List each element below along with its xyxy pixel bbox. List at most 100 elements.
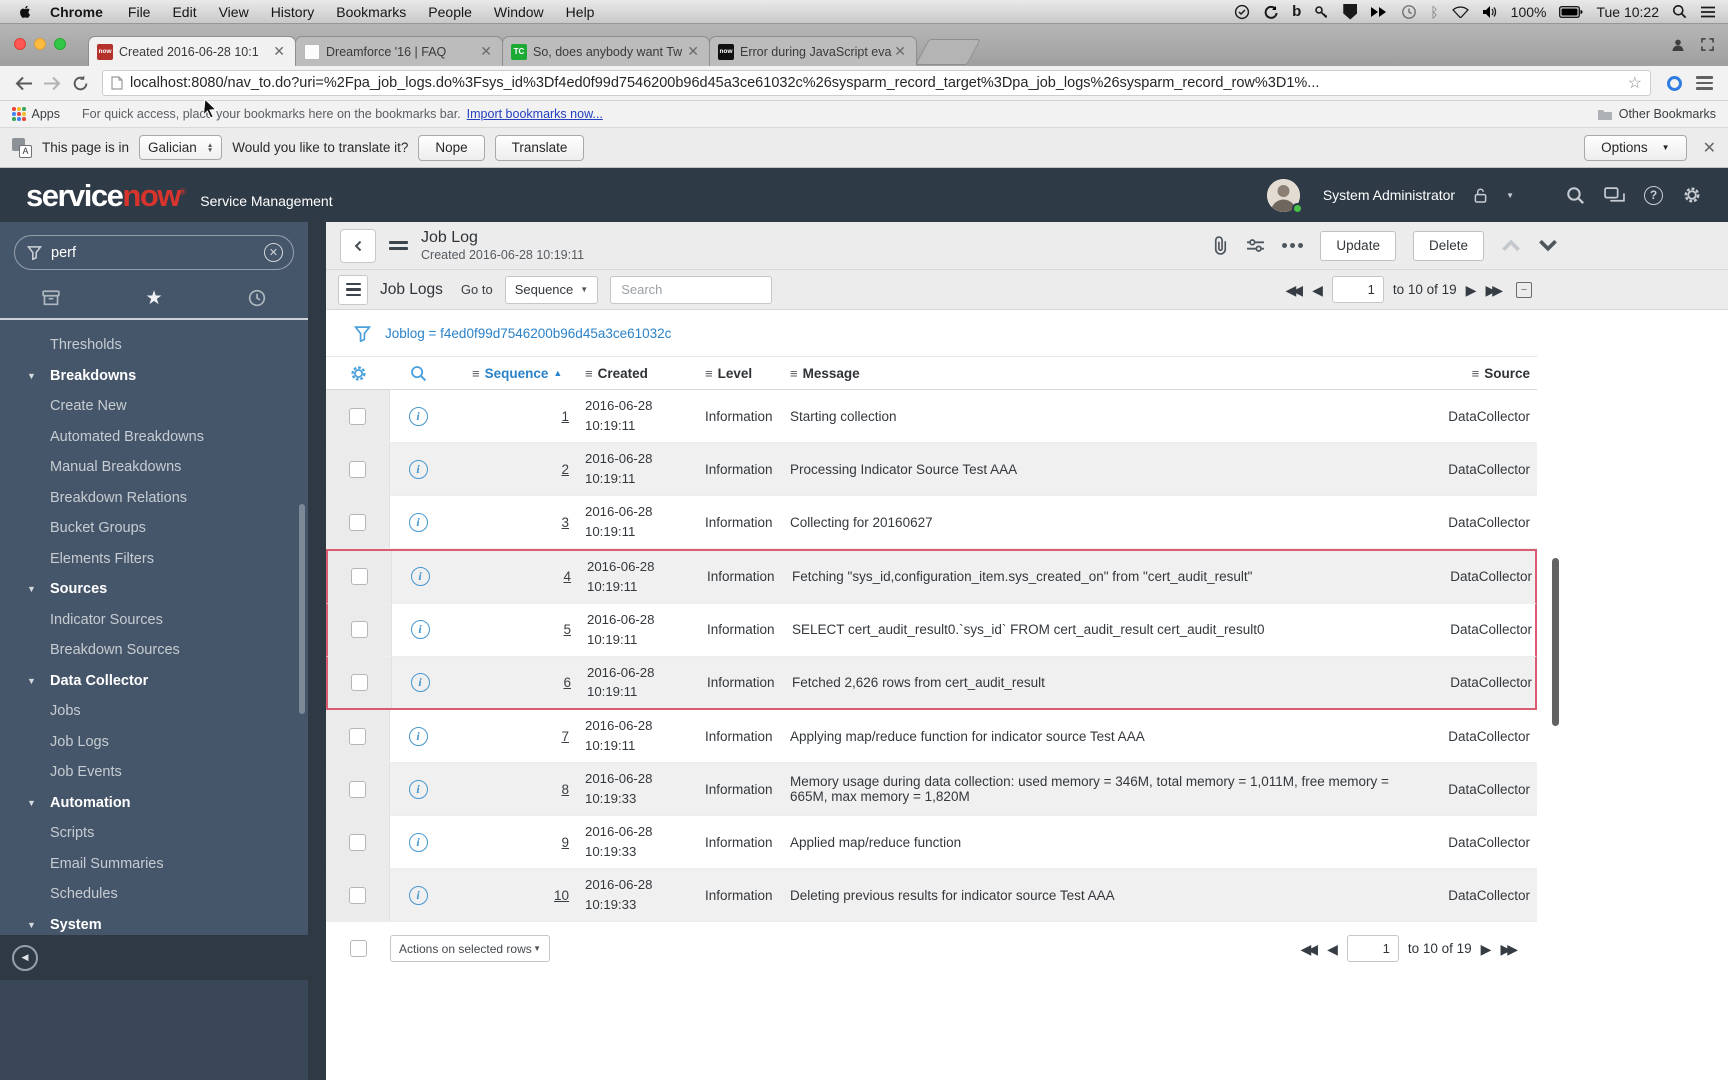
extension-icon[interactable] [1667,75,1682,91]
zoom-window-button[interactable] [54,38,66,50]
section-collapse-icon[interactable]: ▼ [27,371,50,381]
battery-icon[interactable] [1559,6,1583,18]
tab-close-icon[interactable]: ✕ [478,43,494,60]
page-number-input[interactable] [1346,935,1399,963]
notification-center-icon[interactable] [1700,5,1716,19]
time-machine-icon[interactable] [1401,4,1417,20]
sequence-link[interactable]: 3 [561,515,569,530]
sequence-link[interactable]: 1 [561,409,569,424]
info-icon[interactable]: i [410,672,430,692]
prev-page-icon[interactable]: ◀ [1312,283,1323,297]
info-icon[interactable]: i [408,459,428,479]
tab-all-applications[interactable] [0,278,103,318]
next-record-icon[interactable] [1538,239,1558,252]
next-page-icon[interactable]: ▶ [1481,942,1492,956]
options-button[interactable]: Options ▼ [1584,134,1687,161]
section-collapse-icon[interactable]: ▼ [27,798,50,808]
tab-history[interactable] [205,278,308,318]
battery-percent[interactable]: 100% [1511,4,1547,20]
status-check-icon[interactable] [1234,4,1250,20]
sequence-link[interactable]: 5 [563,622,571,637]
omnibox[interactable]: localhost:8080/nav_to.do?uri=%2Fpa_job_l… [102,70,1651,96]
column-menu-icon[interactable]: ≡ [472,366,480,381]
column-search-icon[interactable] [410,365,427,382]
column-header-sequence[interactable]: ≡ Sequence ▲ [446,366,571,381]
chrome-menu-icon[interactable] [1690,69,1718,97]
column-header-level[interactable]: ≡ Level [696,366,782,381]
global-search-icon[interactable] [1566,186,1585,205]
next-page-icon[interactable]: ▶ [1466,283,1477,297]
search-field-select[interactable]: Sequence ▼ [504,275,599,304]
page-number-input[interactable] [1331,276,1384,303]
navigator-filter-input[interactable] [51,244,264,261]
sidebar-item[interactable]: ▼ Sources [0,574,308,605]
row-checkbox[interactable] [349,727,366,745]
sidebar-item[interactable]: ▼ Indicator Sources [0,605,308,636]
menubar-menu[interactable]: File [117,4,162,20]
row-checkbox[interactable] [349,886,366,904]
tab-close-icon[interactable]: ✕ [685,43,701,60]
sidebar-item[interactable]: ▼ Bucket Groups [0,513,308,544]
status-fastforward-icon[interactable] [1370,5,1388,19]
collapse-list-icon[interactable]: − [1516,281,1532,298]
sequence-link[interactable]: 9 [561,835,569,850]
record-context-menu-icon[interactable] [389,240,408,251]
column-header-source[interactable]: ≡ Source [1417,366,1537,381]
section-collapse-icon[interactable]: ▼ [27,920,50,930]
info-icon[interactable]: i [408,885,428,905]
list-search-input[interactable] [610,275,773,304]
info-icon[interactable]: i [408,832,428,852]
sequence-link[interactable]: 8 [561,782,569,797]
sidebar-item[interactable]: ▼ Jobs [0,696,308,727]
language-select[interactable]: Galician ▲ ▼ [139,135,223,160]
select-all-checkbox[interactable] [349,940,367,958]
info-icon[interactable]: i [408,726,428,746]
info-icon[interactable]: i [410,567,430,587]
connect-chat-icon[interactable] [1604,187,1625,204]
sidebar-item[interactable]: ▼ Breakdowns [0,361,308,392]
record-back-button[interactable] [340,228,376,263]
menubar-menu[interactable]: Edit [161,4,207,20]
profile-icon[interactable] [1671,36,1685,54]
info-icon[interactable]: i [410,620,430,640]
clear-filter-icon[interactable]: ✕ [264,243,283,262]
column-header-created[interactable]: ≡ Created [571,366,696,381]
row-checkbox[interactable] [349,780,366,798]
sidebar-item[interactable]: ▼ Email Summaries [0,849,308,880]
volume-icon[interactable] [1482,5,1498,19]
row-checkbox[interactable] [351,568,368,586]
fullscreen-icon[interactable] [1701,36,1714,54]
delete-button[interactable]: Delete [1412,230,1484,261]
previous-record-icon[interactable] [1501,239,1521,252]
row-checkbox[interactable] [351,673,368,691]
menubar-menu[interactable]: History [260,4,326,20]
translate-button[interactable]: Translate [494,134,585,161]
apps-label[interactable]: Apps [32,107,61,121]
minimize-window-button[interactable] [34,38,46,50]
actions-select[interactable]: Actions on selected rows ▼ [390,935,550,963]
sidebar-item[interactable]: ▼ Breakdown Sources [0,635,308,666]
menubar-clock[interactable]: Tue 10:22 [1596,4,1659,20]
column-header-message[interactable]: ≡ Message [782,366,1417,381]
row-checkbox[interactable] [349,407,366,425]
sequence-link[interactable]: 10 [554,888,569,903]
navigator-filter[interactable]: ✕ [14,235,294,270]
bluetooth-icon[interactable]: ᛒ [1430,4,1438,20]
sequence-link[interactable]: 2 [561,462,569,477]
import-bookmarks-link[interactable]: Import bookmarks now... [467,107,603,121]
sidebar-item[interactable]: ▼ Job Logs [0,727,308,758]
sidebar-item[interactable]: ▼ Schedules [0,879,308,910]
tab-close-icon[interactable]: ✕ [892,43,908,60]
close-window-button[interactable] [14,38,26,50]
sidebar-item[interactable]: ▼ Breakdown Relations [0,483,308,514]
browser-tab[interactable]: TC So, does anybody want Tw ✕ [502,36,710,66]
forward-button[interactable] [38,69,66,97]
list-context-menu-icon[interactable] [338,274,368,305]
sidebar-scrollbar[interactable] [299,504,305,714]
collapse-navigator-button[interactable]: ◀ [12,944,38,971]
last-page-icon[interactable]: ▶▶ [1500,942,1518,956]
breadcrumb-funnel-icon[interactable] [354,325,371,342]
status-b-icon[interactable]: b [1292,3,1301,20]
sequence-link[interactable]: 4 [563,569,571,584]
tab-close-icon[interactable]: ✕ [271,43,287,60]
